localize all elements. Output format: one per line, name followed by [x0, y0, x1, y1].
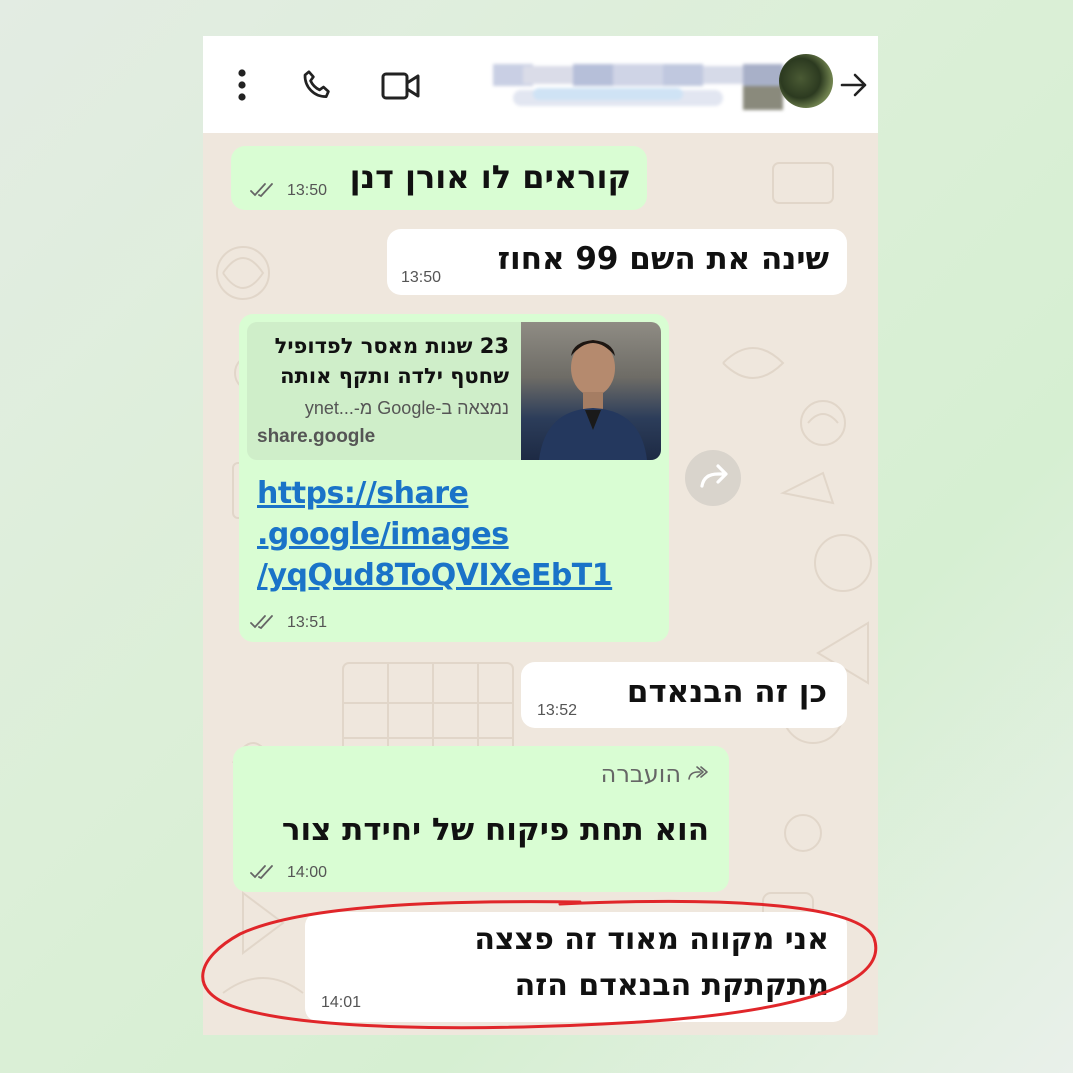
- read-ticks-icon: [250, 865, 273, 880]
- message-text-line: מתקתקת הבנאדם הזה: [514, 968, 829, 1003]
- video-call-icon[interactable]: [381, 70, 421, 102]
- message-text: הוא תחת פיקוח של יחידת צור: [281, 812, 709, 848]
- message-bubble-incoming[interactable]: 13:52 כן זה הבנאדם: [521, 662, 847, 728]
- message-text: כן זה הבנאדם: [626, 674, 827, 710]
- link-preview-title: 23 שנות מאסר לפדופיל: [274, 334, 509, 358]
- contact-name-blurred[interactable]: [493, 60, 783, 114]
- message-bubble-incoming[interactable]: 13:50 שינה את השם 99 אחוז: [387, 229, 847, 295]
- message-bubble-outgoing-link[interactable]: 23 שנות מאסר לפדופיל שחטף ילדה ותקף אותה…: [239, 314, 669, 642]
- link-preview-thumbnail: [521, 322, 661, 460]
- share-arrow-icon: [700, 464, 728, 488]
- read-ticks-icon: [250, 183, 273, 198]
- contact-avatar[interactable]: [779, 54, 833, 108]
- message-time: 14:01: [321, 994, 362, 1011]
- message-time: 13:52: [537, 702, 578, 719]
- message-link[interactable]: /yqQud8ToQVIXeEbT1: [257, 558, 613, 593]
- message-link[interactable]: .google/images: [257, 517, 509, 552]
- message-time: 13:50: [287, 182, 328, 199]
- link-preview-domain: share.google: [257, 426, 376, 447]
- forwarded-icon: [688, 766, 708, 780]
- menu-kebab-icon[interactable]: [233, 68, 251, 104]
- message-time: 14:00: [287, 864, 328, 881]
- message-text: שינה את השם 99 אחוז: [497, 241, 829, 277]
- chat-screen: 13:50 קוראים לו אורן דנן 13:50 שינה את ה…: [203, 36, 878, 1035]
- message-text-line: אני מקווה מאוד זה פצצה: [474, 922, 829, 957]
- message-time: 13:50: [401, 269, 442, 286]
- phone-call-icon[interactable]: [299, 68, 335, 104]
- read-ticks-icon: [250, 615, 273, 630]
- message-time: 13:51: [287, 614, 328, 631]
- message-bubble-incoming-highlighted[interactable]: אני מקווה מאוד זה פצצה מתקתקת הבנאדם הזה…: [305, 912, 847, 1022]
- forwarded-text: הועברה: [600, 760, 681, 788]
- forward-share-button[interactable]: [685, 450, 741, 506]
- link-preview-title: שחטף ילדה ותקף אותה: [280, 364, 509, 388]
- link-preview-card[interactable]: 23 שנות מאסר לפדופיל שחטף ילדה ותקף אותה…: [247, 322, 661, 460]
- forward-arrow-icon[interactable]: [839, 72, 869, 98]
- message-bubble-outgoing[interactable]: 13:50 קוראים לו אורן דנן: [231, 146, 647, 210]
- link-preview-source: נמצאה ב-Google מ-...ynet: [304, 398, 509, 418]
- message-bubble-outgoing-forwarded[interactable]: הועברה הוא תחת פיקוח של יחידת צור 14:00: [233, 746, 729, 892]
- forwarded-label: הועברה: [601, 760, 709, 788]
- message-text: קוראים לו אורן דנן: [349, 158, 631, 196]
- chat-header: [203, 36, 878, 133]
- message-link[interactable]: https://share: [257, 476, 469, 511]
